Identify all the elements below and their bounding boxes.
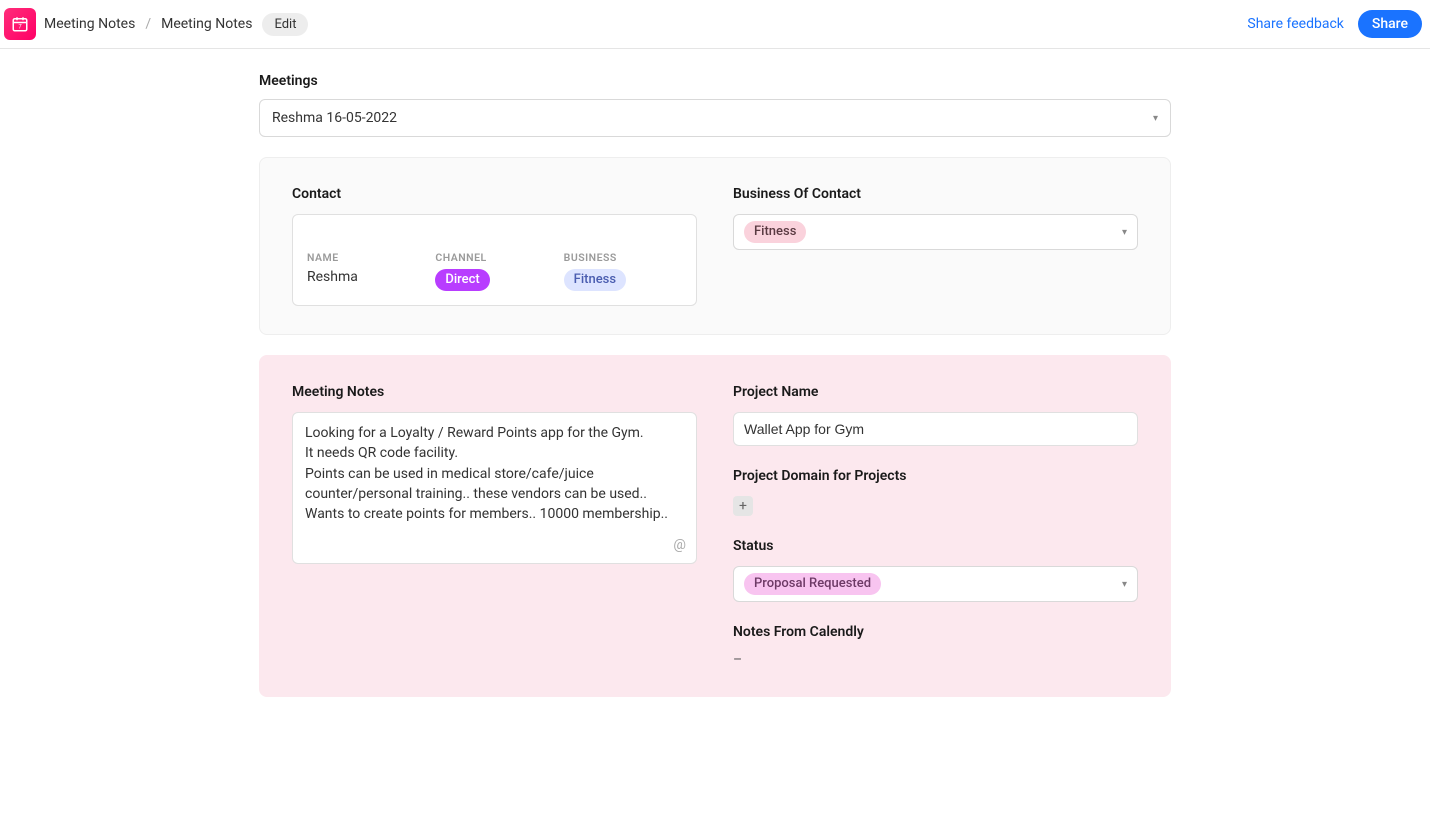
status-pill: Proposal Requested — [744, 573, 881, 595]
project-name-input[interactable] — [733, 412, 1138, 446]
name-label: NAME — [307, 251, 425, 264]
breadcrumb: Meeting Notes / Meeting Notes Edit — [44, 13, 308, 36]
calendly-notes-label: Notes From Calendly — [733, 624, 1138, 640]
meeting-notes-text: Looking for a Loyalty / Reward Points ap… — [305, 423, 684, 524]
chevron-down-icon: ▾ — [1122, 579, 1127, 590]
breadcrumb-root[interactable]: Meeting Notes — [44, 16, 135, 32]
add-domain-button[interactable]: + — [733, 496, 753, 516]
status-field: Status Proposal Requested ▾ — [733, 538, 1138, 602]
meeting-notes-textarea[interactable]: Looking for a Loyalty / Reward Points ap… — [292, 412, 697, 564]
app-icon[interactable]: 7 — [4, 8, 36, 40]
channel-pill: Direct — [435, 269, 489, 291]
contact-channel-cell: CHANNEL Direct — [435, 251, 553, 291]
meetings-label: Meetings — [259, 73, 1171, 89]
business-of-contact-select[interactable]: Fitness ▾ — [733, 214, 1138, 250]
breadcrumb-current[interactable]: Meeting Notes — [161, 16, 252, 32]
calendly-notes-value: – — [733, 652, 1138, 668]
status-select[interactable]: Proposal Requested ▾ — [733, 566, 1138, 602]
contact-card: Contact NAME Reshma CHANNEL Direct BUSIN… — [259, 157, 1171, 335]
contact-column: Contact NAME Reshma CHANNEL Direct BUSIN… — [292, 186, 697, 306]
meeting-notes-label: Meeting Notes — [292, 384, 697, 400]
svg-text:7: 7 — [18, 25, 22, 31]
contact-box[interactable]: NAME Reshma CHANNEL Direct BUSINESS Fitn… — [292, 214, 697, 306]
topbar-left: 7 Meeting Notes / Meeting Notes Edit — [4, 8, 308, 40]
status-label: Status — [733, 538, 1138, 554]
meetings-select[interactable]: Reshma 16-05-2022 ▾ — [259, 99, 1171, 137]
share-feedback-link[interactable]: Share feedback — [1247, 16, 1344, 32]
topbar: 7 Meeting Notes / Meeting Notes Edit Sha… — [0, 0, 1430, 49]
page-content: Meetings Reshma 16-05-2022 ▾ Contact NAM… — [259, 49, 1171, 737]
share-button[interactable]: Share — [1358, 10, 1422, 38]
project-name-field: Project Name — [733, 384, 1138, 446]
business-of-contact-label: Business Of Contact — [733, 186, 1138, 202]
channel-label: CHANNEL — [435, 251, 553, 264]
chevron-down-icon: ▾ — [1153, 113, 1158, 124]
contact-name-cell: NAME Reshma — [307, 251, 425, 291]
topbar-right: Share feedback Share — [1247, 10, 1422, 38]
breadcrumb-separator: / — [145, 16, 151, 32]
project-name-label: Project Name — [733, 384, 1138, 400]
calendar-icon: 7 — [11, 15, 29, 33]
contact-business-cell: BUSINESS Fitness — [564, 251, 682, 291]
project-domain-label: Project Domain for Projects — [733, 468, 1138, 484]
meetings-selected-value: Reshma 16-05-2022 — [272, 110, 397, 126]
mention-icon[interactable]: @ — [673, 535, 686, 555]
chevron-down-icon: ▾ — [1122, 227, 1127, 238]
edit-button[interactable]: Edit — [262, 13, 308, 36]
business-of-contact-column: Business Of Contact Fitness ▾ — [733, 186, 1138, 306]
notes-card: Meeting Notes Looking for a Loyalty / Re… — [259, 355, 1171, 697]
project-domain-field: Project Domain for Projects + — [733, 468, 1138, 516]
meeting-notes-column: Meeting Notes Looking for a Loyalty / Re… — [292, 384, 697, 668]
business-of-contact-pill: Fitness — [744, 221, 806, 243]
contact-label: Contact — [292, 186, 697, 202]
business-pill: Fitness — [564, 269, 626, 291]
meetings-section: Meetings Reshma 16-05-2022 ▾ — [259, 73, 1171, 137]
notes-right-column: Project Name Project Domain for Projects… — [733, 384, 1138, 668]
calendly-notes-field: Notes From Calendly – — [733, 624, 1138, 668]
business-label: BUSINESS — [564, 251, 682, 264]
name-value: Reshma — [307, 269, 425, 285]
